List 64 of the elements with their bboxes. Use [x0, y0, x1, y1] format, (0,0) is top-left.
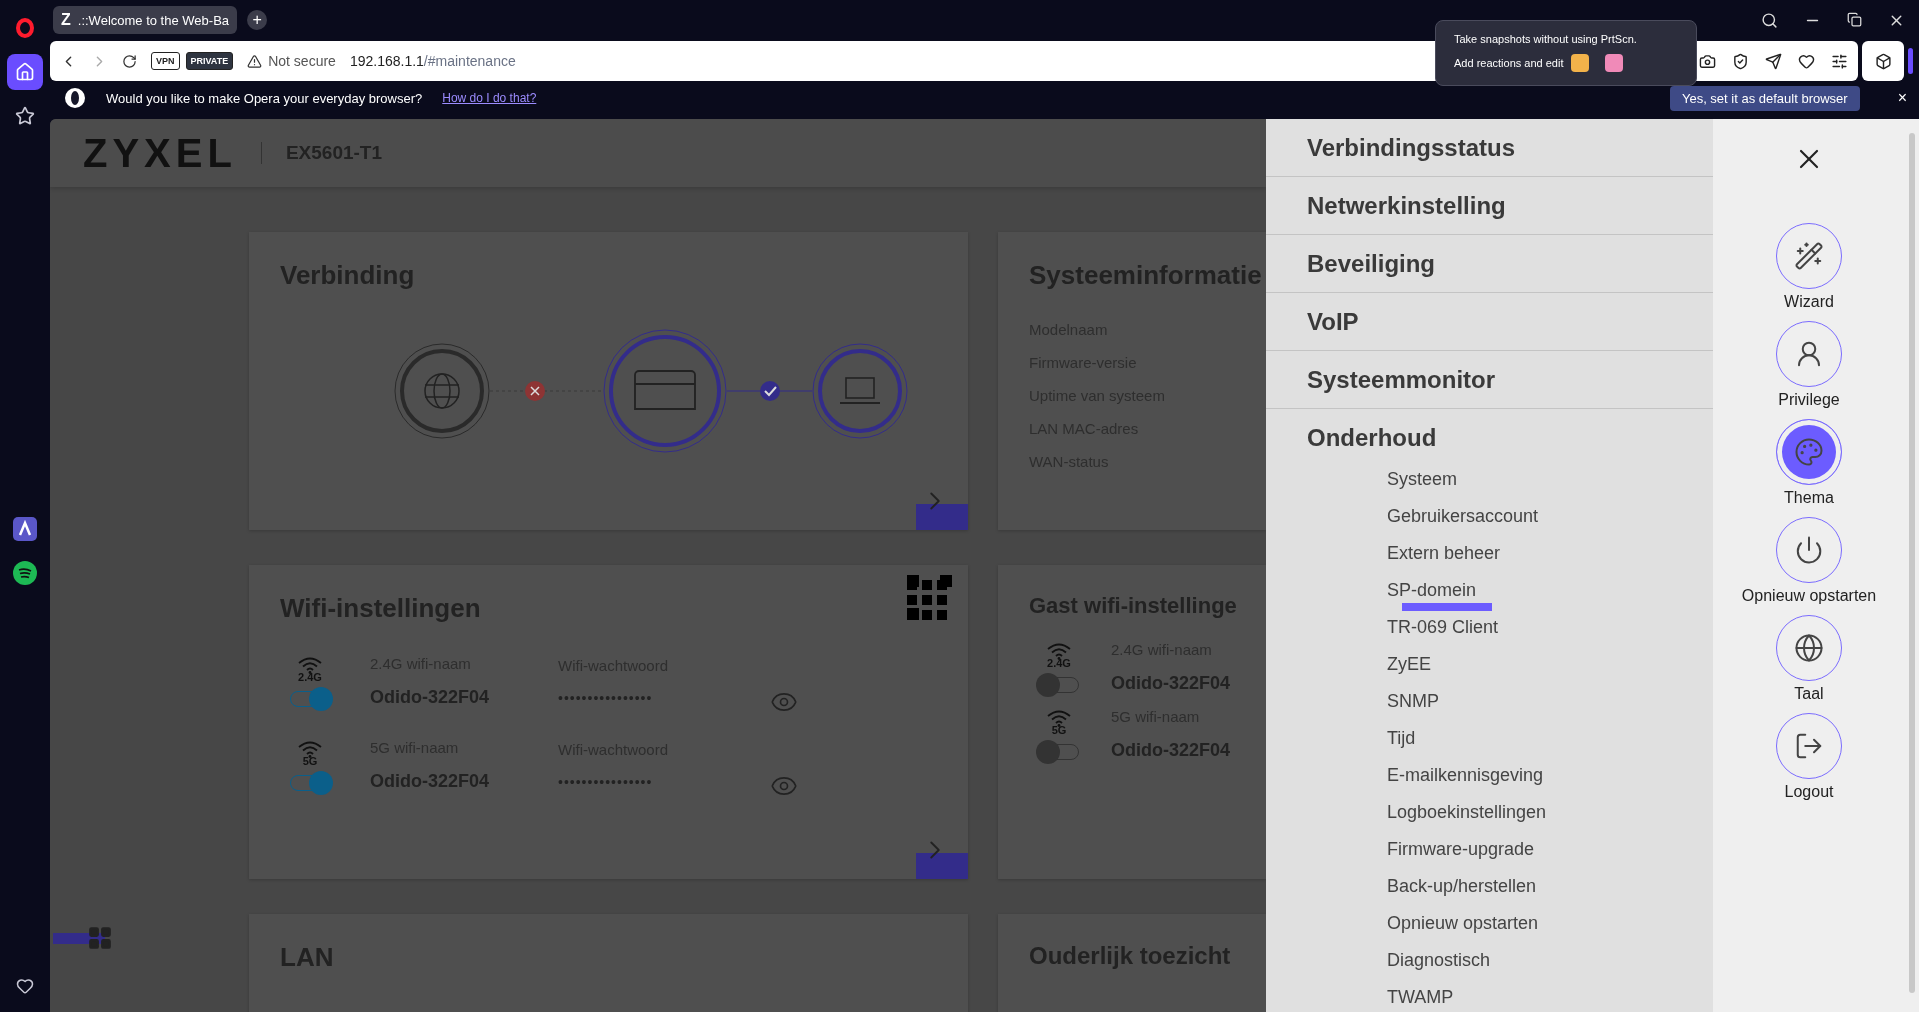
band-label: 2.4G — [298, 670, 322, 683]
band-label: 2.4G — [1047, 657, 1071, 669]
accent-bar — [1908, 48, 1913, 74]
close-button[interactable]: × — [1897, 89, 1907, 107]
magic-wand-icon — [1794, 241, 1824, 271]
qr-code-icon[interactable] — [907, 575, 952, 620]
wifi-icon — [1046, 709, 1072, 727]
band-label: 5G — [302, 754, 318, 767]
url-text[interactable]: 192.168.1.1/#maintenance — [349, 53, 516, 69]
vpn-badge[interactable]: VPN — [151, 52, 180, 70]
wifi-icon — [297, 655, 323, 674]
menu-section[interactable]: Onderhoud — [1266, 409, 1713, 467]
home-icon[interactable] — [15, 62, 35, 82]
wifi-password: •••••••••••••••• — [558, 773, 654, 790]
menu-item[interactable]: Diagnostisch — [1387, 950, 1491, 971]
security-label: Not secure — [268, 53, 336, 69]
menu-item[interactable]: TR-069 Client — [1387, 617, 1499, 638]
help-link[interactable]: How do I do that? — [442, 91, 537, 105]
private-badge: PRIVATE — [185, 52, 234, 70]
menu-icon[interactable] — [1831, 52, 1848, 70]
music-app-icon[interactable] — [13, 561, 37, 585]
restore-icon[interactable] — [1847, 11, 1862, 27]
globe-icon — [1794, 633, 1824, 663]
logout-icon — [1794, 731, 1824, 761]
wifi-icon — [297, 739, 323, 758]
brand-logo: ZYXEL — [83, 130, 237, 176]
menu-item[interactable]: Gebruikersaccount — [1387, 506, 1539, 527]
app-icon[interactable] — [13, 517, 37, 541]
palette-icon — [1794, 437, 1824, 467]
menu-item[interactable]: Extern beheer — [1387, 543, 1501, 564]
power-icon — [1794, 535, 1824, 565]
extensions-button[interactable] — [1862, 41, 1904, 81]
prompt-text: Would you like to make Opera your everyday browser? — [106, 90, 423, 106]
wifi-icon — [1046, 642, 1072, 660]
menu-item[interactable]: ZyEE — [1387, 654, 1431, 675]
menu-item[interactable]: Tijd — [1387, 728, 1416, 749]
heart-icon[interactable] — [1798, 52, 1815, 70]
menu-item[interactable]: Firmware-upgrade — [1387, 839, 1535, 860]
star-icon[interactable] — [15, 106, 35, 126]
menu-item[interactable]: E-mailkennisgeving — [1387, 765, 1544, 786]
menu-item[interactable]: Back-up/herstellen — [1387, 876, 1537, 897]
shield-icon[interactable] — [1732, 52, 1749, 70]
browser-tab[interactable]: Z .::Welcome to the Web-Ba — [53, 6, 238, 34]
menu-item[interactable]: TWAMP — [1387, 987, 1454, 1008]
action-button[interactable]: Opnieuw opstarten — [1741, 517, 1877, 605]
search-icon[interactable] — [1761, 11, 1778, 29]
menu-item[interactable]: Logboekinstellingen — [1387, 802, 1547, 823]
menu-item[interactable]: SNMP — [1387, 691, 1439, 712]
tooltip-text: Add reactions and edit — [1454, 57, 1564, 69]
reload-icon[interactable] — [122, 53, 137, 69]
camera-icon[interactable] — [1699, 52, 1716, 70]
send-icon[interactable] — [1765, 52, 1782, 70]
set-default-button[interactable]: Yes, set it as default browser — [1669, 85, 1860, 111]
warning-icon — [247, 53, 263, 69]
new-tab-button[interactable]: + — [247, 10, 268, 30]
band-label: 5G — [1051, 724, 1067, 736]
menu-item[interactable]: SP-domein — [1387, 580, 1477, 601]
heart-icon[interactable] — [16, 977, 34, 995]
menu-item[interactable]: Opnieuw opstarten — [1387, 913, 1539, 934]
cube-icon — [1874, 52, 1892, 70]
opera-logo-icon[interactable] — [15, 18, 35, 38]
opera-logo-icon — [64, 87, 86, 109]
wifi-password: •••••••••••••••• — [558, 689, 654, 706]
menu-item[interactable]: Systeem — [1387, 469, 1458, 490]
